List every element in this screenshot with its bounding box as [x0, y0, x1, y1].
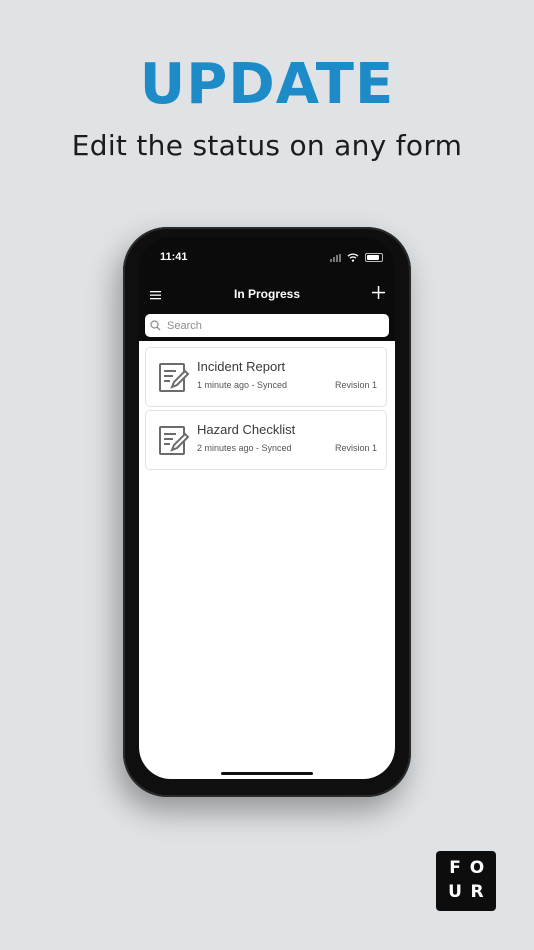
form-item-incident-report[interactable]: Incident Report 1 minute ago - Synced Re… [145, 347, 387, 407]
headline: UPDATE [139, 52, 395, 117]
phone-frame: 11:41 In Progress Search Incident Report… [123, 227, 411, 797]
form-meta: 2 minutes ago - Synced [197, 443, 292, 453]
form-title: Incident Report [197, 359, 286, 374]
four-logo: F O U R [436, 851, 496, 911]
form-meta: 1 minute ago - Synced [197, 380, 288, 390]
logo-letter: R [470, 882, 484, 902]
home-indicator[interactable] [221, 772, 313, 775]
search-bar[interactable] [145, 314, 389, 337]
form-edit-icon [159, 363, 190, 392]
nav-bar: In Progress [139, 285, 395, 307]
form-list: Incident Report 1 minute ago - Synced Re… [139, 341, 395, 779]
signal-icon [330, 253, 341, 262]
form-edit-icon [159, 426, 190, 455]
phone-screen: 11:41 In Progress Search Incident Report… [139, 237, 395, 779]
logo-letter: F [449, 858, 461, 878]
status-time: 11:41 [160, 251, 188, 263]
page-title: In Progress [233, 287, 301, 301]
subheadline: Edit the status on any form [71, 129, 463, 162]
search-icon [150, 320, 164, 331]
wifi-icon [347, 253, 359, 262]
form-revision: Revision 1 [334, 380, 377, 390]
search-input[interactable] [164, 318, 389, 333]
form-revision: Revision 1 [334, 443, 377, 453]
battery-icon [365, 253, 383, 262]
status-icons [330, 253, 383, 262]
plus-icon[interactable] [372, 282, 385, 305]
form-item-hazard-checklist[interactable]: Hazard Checklist 2 minutes ago - Synced … [145, 410, 387, 470]
logo-letter: O [469, 858, 485, 878]
form-title: Hazard Checklist [197, 422, 296, 437]
status-bar: 11:41 [139, 251, 395, 267]
logo-letter: U [448, 882, 462, 902]
